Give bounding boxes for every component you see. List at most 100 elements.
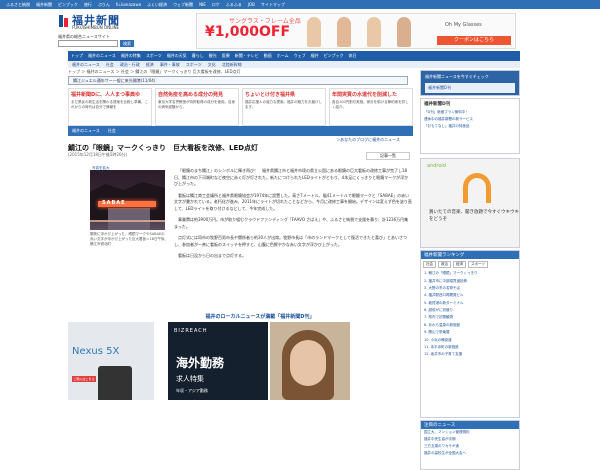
- nav-item[interactable]: ホーム: [277, 53, 289, 59]
- search-button[interactable]: 検索: [120, 40, 134, 47]
- ranking-item[interactable]: 10. 小浜の鯖街道: [421, 336, 519, 343]
- nav-item[interactable]: 福井の特集: [121, 53, 141, 59]
- topbar-link[interactable]: ふるふる: [226, 2, 242, 8]
- dkan-promo-link[interactable]: 福井のローカルニュースが満載「福井新聞D刊」: [160, 313, 360, 320]
- tab-sports[interactable]: スポーツ: [468, 261, 488, 268]
- topbar-link[interactable]: ウェブ新聞: [173, 2, 193, 8]
- nav-item[interactable]: ピンプック: [324, 53, 344, 59]
- subnav-item[interactable]: スポーツ: [186, 62, 202, 68]
- ad-model-image: [397, 17, 411, 47]
- ad-text: 買いたての音楽、聞き放題で今すぐウキウキをどうぞ: [429, 210, 519, 222]
- ranking-item[interactable]: 7. 県内で初雪観測: [421, 314, 519, 321]
- nav-item[interactable]: 福井: [311, 53, 319, 59]
- list-item[interactable]: 国立大、マンション管理規約: [421, 429, 519, 436]
- ranking-item[interactable]: 3. 大野の冬の名物そば: [421, 285, 519, 292]
- topbar-link[interactable]: ピンプック: [58, 2, 78, 8]
- list-item[interactable]: 福井中央生協が次期: [421, 436, 519, 443]
- bizreach-ad[interactable]: BIZREACH 海外勤務 求人特集 年収・アジア勤務: [168, 322, 268, 400]
- section-link-news[interactable]: 福井のニュース: [72, 128, 100, 134]
- breadcrumb[interactable]: トップ ＞ 福井のニュース ＞ 社会 ＞ 鯖江の「眼鏡」マークくっきり 巨大看板…: [68, 68, 368, 75]
- dkan-banner[interactable]: 福井新聞ニュースを今すぐチェック 福井新聞D刊: [420, 70, 520, 96]
- promo-head: 福井新聞Dに、人人まつ事典ゆ: [71, 92, 141, 98]
- nav-item[interactable]: 動画: [264, 53, 272, 59]
- nav-item[interactable]: 新聞・テレビ: [235, 53, 259, 59]
- subnav-item[interactable]: 北陸新幹線: [222, 62, 242, 68]
- nexus-ad[interactable]: Nexus 5X ご購入はこちら: [68, 322, 154, 400]
- subnav-item[interactable]: 社会: [106, 62, 114, 68]
- banner-button[interactable]: 福井新聞D刊: [425, 83, 515, 93]
- ad-price: ¥1,000OFF: [205, 24, 291, 40]
- list-item[interactable]: 「D刊」紙面プラン無料中！: [421, 109, 519, 116]
- topbar-link[interactable]: ロケ: [212, 2, 220, 8]
- article-paragraph: 「眼鏡のまち鯖江」のシンボルに輝き再び！ 福井県鯖江市と福井市境の県立公園にある…: [174, 168, 409, 186]
- tab-economy[interactable]: 経済: [453, 261, 466, 268]
- nav-item[interactable]: 休日: [349, 53, 357, 59]
- ranking-item[interactable]: 6. 越前がに初競り: [421, 307, 519, 314]
- topbar-link[interactable]: JOB: [248, 2, 255, 7]
- promo-head: 自然免疫を高める成分の発見: [158, 92, 224, 98]
- ranking-list: 1. 鯖江の「眼鏡」マークくっきり 2. 福井市に中部縦貫道延伸 3. 大野の冬の名…: [421, 270, 519, 359]
- topbar-link[interactable]: ふるさと納税: [6, 2, 30, 8]
- model-photo-ad[interactable]: [270, 322, 350, 400]
- nav-item[interactable]: スポーツ: [146, 53, 162, 59]
- latest-box: 注目のニュース 国立大、マンション管理規約 福井中央生協が次期 三方五湖のワカサ…: [420, 420, 520, 470]
- list-item[interactable]: 三方五湖のワカサギ漁: [421, 443, 519, 450]
- topbar-link[interactable]: サイトマップ: [261, 2, 285, 8]
- ranking-item[interactable]: 9. 勝山で恐竜展: [421, 329, 519, 336]
- topbar-link[interactable]: 旅行: [84, 2, 92, 8]
- promo-head: ちょいとけ付き福井県: [245, 92, 296, 98]
- top-link-bar: ふるさと納税 福井新聞 ピンプック 旅行 ぷりん fu.kanazawa ふくい経済 ウェブ新…: [0, 0, 600, 9]
- tab-society[interactable]: 社会: [423, 261, 436, 268]
- nav-item[interactable]: 医療: [222, 53, 230, 59]
- nav-item[interactable]: 暮らし: [192, 53, 204, 59]
- ranking-item[interactable]: 8. あわら温泉の新旅館: [421, 322, 519, 329]
- android-ad[interactable]: android 買いたての音楽、聞き放題で今すぐウキウキをどうぞ: [420, 158, 520, 248]
- subnav-item[interactable]: 事件・事故: [160, 62, 180, 68]
- ad-buy-button[interactable]: ご購入はこちら: [72, 376, 96, 382]
- search-input[interactable]: [58, 40, 118, 47]
- ad-model-image: [337, 17, 351, 47]
- nav-item[interactable]: 観光: [209, 53, 217, 59]
- ranking-item[interactable]: 11. 永平寺町の新施設: [421, 344, 519, 351]
- topbar-link[interactable]: fu.kanazawa: [116, 2, 141, 7]
- promo-text: 各自100円割引実施。家計を助ける節約術を詳しく紹介。: [332, 100, 409, 109]
- list-item[interactable]: 「おもてなし」福井の特産品: [421, 123, 519, 130]
- promo-head: 年間実質の水道代を削減した: [332, 92, 398, 98]
- section-link-society[interactable]: 社会: [108, 128, 116, 134]
- topbar-link[interactable]: ふくい経済: [147, 2, 167, 8]
- subnav-item[interactable]: 文化: [208, 62, 216, 68]
- article-photo[interactable]: SABAE: [90, 170, 165, 230]
- nav-item[interactable]: 福井の天気: [167, 53, 187, 59]
- box-heading: 注目のニュース: [421, 421, 519, 429]
- list-item[interactable]: 福井の高校生が全国大会へ: [421, 450, 519, 457]
- subnav-item[interactable]: 政治・行政: [120, 62, 140, 68]
- promo-box[interactable]: ちょいとけ付き福井県 福井応援人の強力な提案。福井の魅力をお届けします。: [242, 88, 326, 126]
- nav-item[interactable]: ウェブ: [294, 53, 306, 59]
- nav-item[interactable]: トップ: [71, 53, 83, 59]
- alert-bar[interactable]: 鯖江ジュエル通年サー一般に来光開港(11/04): [68, 76, 408, 85]
- tab-politics[interactable]: 政治: [438, 261, 451, 268]
- ranking-item[interactable]: 5. 敦賀港の新ターミナル: [421, 300, 519, 307]
- ad-model-image: [367, 17, 381, 47]
- list-item[interactable]: 連休中の福井新聞の新サービス: [421, 116, 519, 123]
- top-banner-ad[interactable]: サングラス・フレーム全品 ¥1,000OFF Oh My Glasses クーポ…: [196, 13, 516, 49]
- promo-box[interactable]: 福井新聞Dに、人人まつ事典ゆ まだ県民の新生活を関わる提案を比較し準備。これから…: [68, 88, 152, 126]
- topbar-link[interactable]: NIE: [199, 2, 206, 7]
- article-paragraph: 看板は日没から日の出まで点灯する。: [178, 253, 246, 258]
- topbar-link[interactable]: 福井新聞: [36, 2, 52, 8]
- article-paragraph: 点灯式には同市の牧野百男市長や関係者ら約30人が出席。牧野市長は「市のランドマー…: [174, 235, 407, 247]
- promo-box[interactable]: 年間実質の水道代を削減した 各自100円割引実施。家計を助ける節約術を詳しく紹介…: [329, 88, 413, 126]
- nav-item[interactable]: 福井のニュース: [88, 53, 116, 59]
- ranking-item[interactable]: 1. 鯖江の「眼鏡」マークくっきり: [421, 270, 519, 277]
- box-heading: 福井新聞D刊: [424, 102, 451, 107]
- ranking-item[interactable]: 4. 福井駅西口再開発ビル: [421, 292, 519, 299]
- ad-logo: BIZREACH: [174, 328, 208, 334]
- subnav-item[interactable]: 経済: [146, 62, 154, 68]
- ad-coupon-button[interactable]: クーポンはこちら: [437, 36, 511, 45]
- article-list-button[interactable]: 記事一覧: [366, 152, 410, 160]
- subnav-item[interactable]: 福井のニュース: [72, 62, 100, 68]
- promo-box[interactable]: 自然免疫を高める成分の発見 東京大学名誉教授が特許取得の成分を使用。自身の病気経…: [155, 88, 239, 126]
- topbar-link[interactable]: ぷりん: [98, 2, 110, 8]
- ranking-item[interactable]: 2. 福井市に中部縦貫道延伸: [421, 277, 519, 284]
- ranking-item[interactable]: 12. 坂井市の子育て支援: [421, 351, 519, 358]
